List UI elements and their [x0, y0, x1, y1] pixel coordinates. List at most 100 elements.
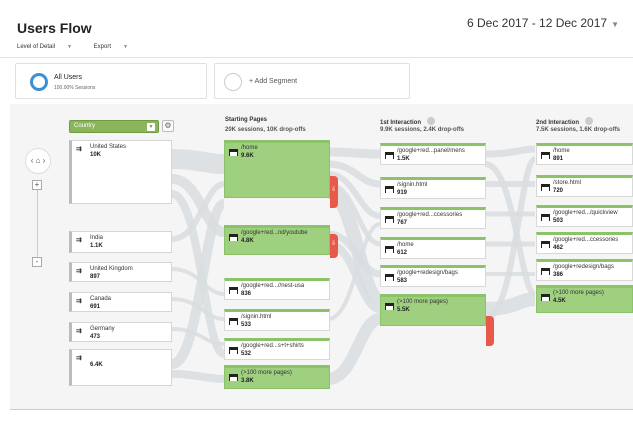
pan-control[interactable]: ‹ ⌂ › [25, 148, 51, 174]
page-icon [541, 152, 550, 159]
country-name: Germany [90, 326, 115, 332]
segment-all-users[interactable]: All Users 100.00% Sessions [15, 63, 207, 99]
page-node[interactable]: /google+red...panel/mens 1.5K [380, 143, 486, 165]
page-icon [385, 303, 394, 310]
segment-ring-icon [30, 73, 48, 91]
zoom-slider-track[interactable] [37, 186, 38, 266]
page-icon [229, 287, 238, 294]
page-count: 919 [397, 190, 408, 196]
page-name: /google+red...//nest-usa [241, 283, 305, 289]
dropoff-indicator[interactable]: ⇩ [330, 176, 338, 208]
page-count: 5.5K [397, 307, 410, 313]
page-node[interactable]: /google+red...nd/youtube 4.8K [224, 225, 330, 255]
country-name: India [90, 235, 104, 241]
page-icon [385, 216, 394, 223]
page-icon [229, 347, 238, 354]
country-node[interactable]: ⇉ Canada 691 [69, 292, 172, 312]
page-node[interactable]: /home 891 [536, 143, 633, 165]
segment-subtitle: 100.00% Sessions [54, 85, 96, 91]
page-node[interactable]: /google+redesign/bags 386 [536, 259, 633, 281]
page-count: 9.6K [241, 153, 254, 159]
level-of-detail-menu[interactable]: Level of Detail ▼ [17, 44, 82, 50]
add-segment-button[interactable]: + Add Segment [214, 63, 410, 99]
column-options-icon[interactable] [427, 117, 436, 125]
page-count: 532 [241, 351, 252, 357]
page-count: 612 [397, 250, 408, 256]
page-node[interactable]: /google+red...s+t+shirts 532 [224, 338, 330, 360]
page-node[interactable]: /google+red.../quickview 503 [536, 205, 633, 227]
flow-arrows-icon: ⇉ [76, 355, 82, 362]
page-name: /signin.html [397, 182, 428, 188]
dimension-select-value: Country [74, 123, 96, 129]
column-header-2nd-interaction: 2nd Interaction [536, 117, 594, 126]
page-name: (>100 more pages) [553, 290, 604, 296]
dropoff-indicator[interactable]: ⇩ [330, 234, 338, 258]
page-name: (>100 more pages) [397, 299, 448, 305]
page-icon [385, 274, 394, 281]
country-node[interactable]: ⇉ United Kingdom 897 [69, 262, 172, 282]
country-name: Canada [90, 296, 112, 302]
country-count: 10K [90, 152, 102, 158]
zoom-in-button[interactable]: + [32, 180, 42, 190]
dropoff-arrow-icon: ⇩ [331, 187, 337, 193]
page-node[interactable]: /google+red...ccessories 462 [536, 232, 633, 254]
export-menu[interactable]: Export ▼ [94, 44, 138, 50]
column-options-icon[interactable] [585, 117, 594, 125]
country-name: United States [90, 144, 127, 150]
segment-bar: All Users 100.00% Sessions + Add Segment [15, 63, 411, 100]
page-name: /store.html [553, 180, 582, 186]
page-icon [385, 152, 394, 159]
level-of-detail-label: Level of Detail [17, 44, 56, 50]
page-node[interactable]: /google+redesign/bags 583 [380, 265, 486, 287]
page-name: /home [397, 242, 414, 248]
country-node[interactable]: ⇉ Germany 473 [69, 322, 172, 342]
page-name: /google+red...s+t+shirts [241, 343, 304, 349]
date-range-label: 6 Dec 2017 - 12 Dec 2017 [466, 16, 608, 30]
column-title: 2nd Interaction [536, 120, 580, 126]
segment-empty-ring-icon [224, 73, 242, 91]
flow-arrows-icon: ⇉ [76, 298, 82, 305]
country-node[interactable]: ⇉ 6.4K [69, 349, 172, 386]
chevron-down-icon: ▼ [611, 20, 619, 29]
page-node[interactable]: /signin.html 533 [224, 309, 330, 331]
page-node[interactable]: /google+red...//nest-usa 836 [224, 278, 330, 300]
column-subtitle: 20K sessions, 10K drop-offs [225, 127, 306, 133]
page-icon [385, 246, 394, 253]
page-icon [229, 149, 238, 156]
flow-arrows-icon: ⇉ [76, 146, 82, 153]
page-node[interactable]: /store.html 720 [536, 175, 633, 197]
page-name: /google+red.../quickview [553, 210, 618, 216]
page-count: 4.5K [553, 298, 566, 304]
page-count: 767 [397, 220, 408, 226]
country-count: 897 [90, 274, 101, 280]
page-node[interactable]: (>100 more pages) 3.8K [224, 365, 330, 389]
flow-canvas[interactable]: ‹ ⌂ › + - Country ▼ ⚙ ⇉ United States 10… [10, 104, 633, 409]
column-header-starting-pages: Starting Pages [225, 117, 268, 123]
page-name: /home [553, 148, 570, 154]
column-title: 1st Interaction [380, 120, 422, 126]
page-node[interactable]: /home 612 [380, 237, 486, 259]
chevron-down-icon: ▼ [67, 44, 72, 50]
country-node[interactable]: ⇉ India 1.1K [69, 231, 172, 253]
country-count: 473 [90, 334, 101, 340]
page-count: 836 [241, 291, 252, 297]
zoom-out-button[interactable]: - [32, 257, 42, 267]
page-icon [541, 184, 550, 191]
dimension-select[interactable]: Country ▼ [69, 120, 159, 133]
page-node[interactable]: (>100 more pages) 4.5K [536, 285, 633, 313]
dropoff-indicator[interactable] [486, 316, 494, 346]
page-icon [541, 268, 550, 275]
page-node[interactable]: /google+red...ccessories 767 [380, 207, 486, 229]
country-count: 6.4K [90, 362, 103, 368]
page-count: 503 [553, 218, 564, 224]
home-icon: ⌂ [35, 156, 41, 165]
page-icon [385, 186, 394, 193]
page-count: 583 [397, 278, 408, 284]
page-node[interactable]: /home 9.6K [224, 140, 330, 198]
page-icon [541, 241, 550, 248]
date-range-picker[interactable]: 6 Dec 2017 - 12 Dec 2017 ▼ [467, 16, 619, 30]
page-node[interactable]: /signin.html 919 [380, 177, 486, 199]
country-node[interactable]: ⇉ United States 10K [69, 140, 172, 204]
settings-gear-button[interactable]: ⚙ [162, 120, 174, 132]
page-node[interactable]: (>100 more pages) 5.5K [380, 294, 486, 326]
